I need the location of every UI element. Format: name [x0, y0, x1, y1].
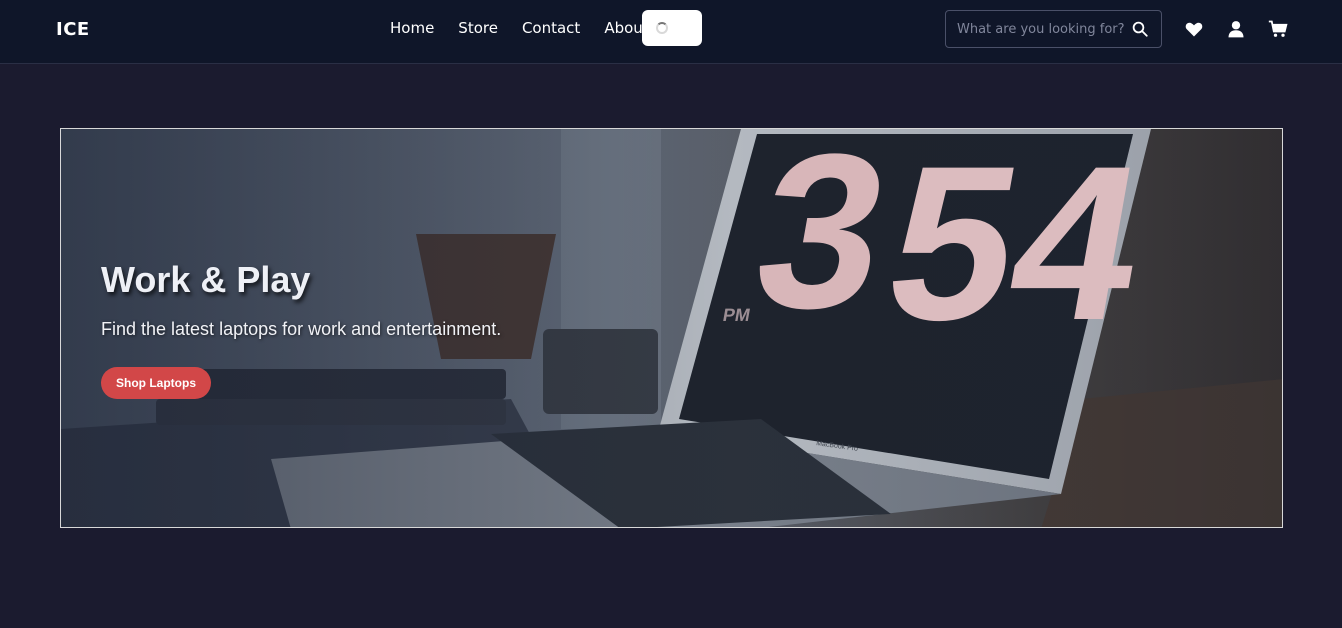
- cart-icon[interactable]: [1268, 19, 1288, 39]
- search-box: [945, 10, 1162, 48]
- hero-title: Work & Play: [101, 259, 311, 300]
- loading-indicator: [642, 10, 702, 46]
- heart-icon[interactable]: [1184, 19, 1204, 39]
- spinner-icon: [656, 22, 668, 34]
- search-input[interactable]: [957, 19, 1127, 39]
- hero-banner: PM 3 54 MacBook Pro Work & Play Find the…: [60, 128, 1283, 528]
- brand-logo[interactable]: ICE: [56, 19, 90, 40]
- shop-laptops-button[interactable]: Shop Laptops: [101, 367, 211, 399]
- clock-minutes: 54: [871, 128, 1160, 366]
- main-nav: Home Store Contact About: [390, 19, 649, 37]
- nav-contact-link[interactable]: Contact: [522, 19, 580, 37]
- search-icon[interactable]: [1131, 20, 1149, 38]
- hero-subtitle: Find the latest laptops for work and ent…: [101, 319, 502, 339]
- navbar: ICE Home Store Contact About: [0, 0, 1342, 64]
- nav-home-link[interactable]: Home: [390, 19, 434, 37]
- user-icon[interactable]: [1226, 19, 1246, 39]
- nav-store-link[interactable]: Store: [458, 19, 498, 37]
